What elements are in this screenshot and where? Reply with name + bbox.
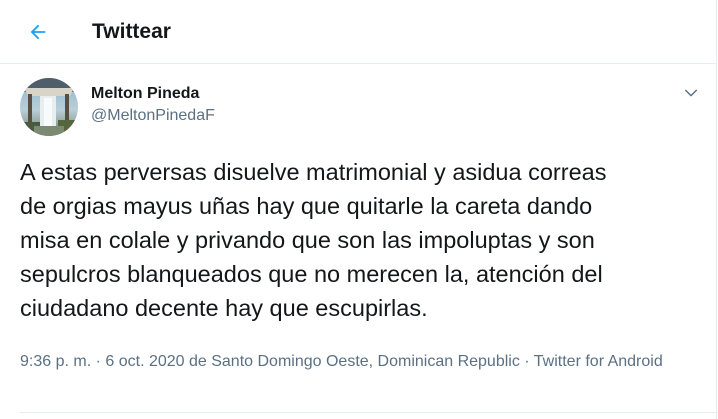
location-prefix: de bbox=[184, 353, 212, 370]
tweet-time[interactable]: 9:36 p. m. bbox=[20, 353, 91, 370]
back-button[interactable] bbox=[20, 14, 56, 50]
chevron-down-icon bbox=[685, 89, 697, 97]
tweet-page: Twittear Melton Pineda @MeltonPinedaF A … bbox=[0, 0, 717, 419]
meta-separator: · bbox=[519, 353, 534, 370]
profile-photo bbox=[20, 78, 78, 136]
tweet-metadata: 9:36 p. m. · 6 oct. 2020 de Santo Doming… bbox=[20, 351, 700, 373]
more-options-button[interactable] bbox=[678, 80, 704, 106]
avatar[interactable] bbox=[20, 78, 78, 136]
author-handle[interactable]: @MeltonPinedaF bbox=[91, 106, 215, 126]
tweet-source[interactable]: Twitter for Android bbox=[534, 353, 663, 370]
page-title: Twittear bbox=[92, 20, 171, 43]
tweet-date[interactable]: 6 oct. 2020 bbox=[105, 353, 184, 370]
divider bbox=[20, 412, 717, 413]
page-header: Twittear bbox=[0, 0, 717, 64]
author-name[interactable]: Melton Pineda bbox=[91, 84, 199, 104]
arrow-left-icon bbox=[30, 24, 46, 40]
tweet-text: A estas perversas disuelve matrimonial y… bbox=[20, 159, 607, 321]
meta-separator: · bbox=[91, 353, 106, 370]
tweet-location[interactable]: Santo Domingo Oeste, Dominican Republic bbox=[211, 353, 520, 370]
